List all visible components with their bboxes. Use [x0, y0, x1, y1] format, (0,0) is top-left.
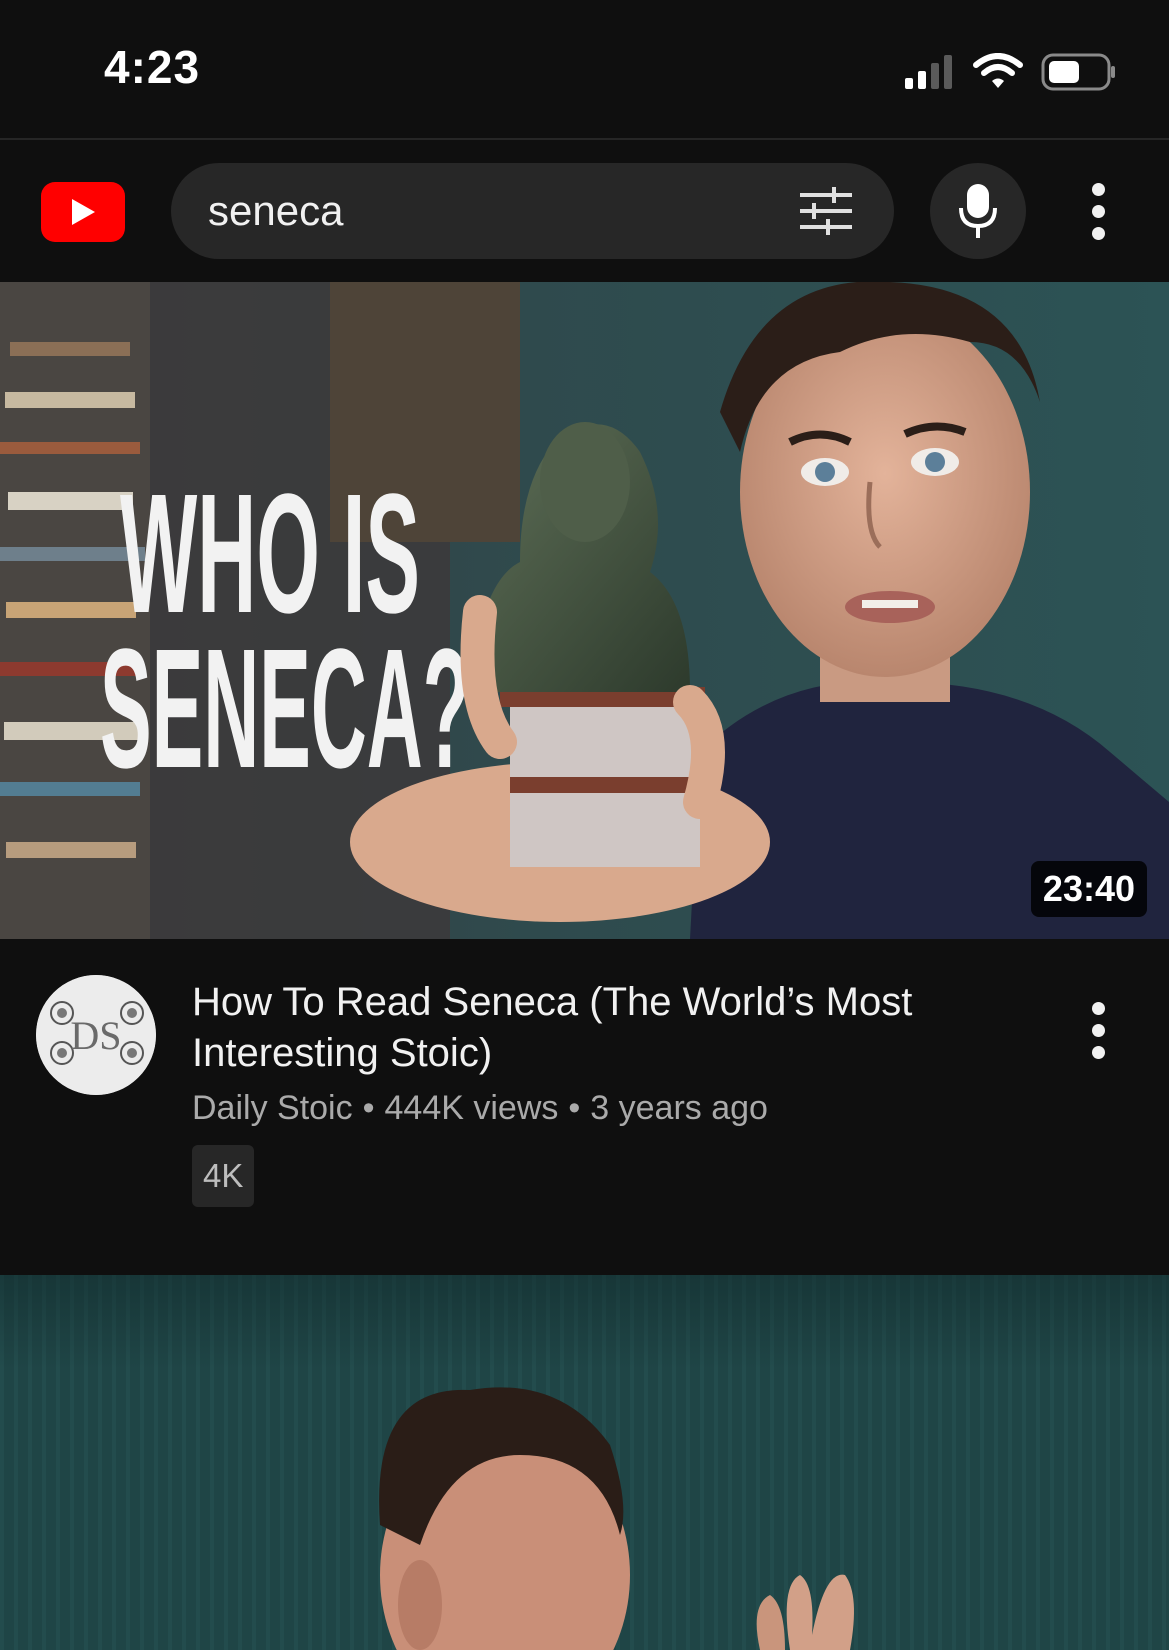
meta-separator: • [568, 1089, 581, 1127]
microphone-icon [959, 184, 997, 238]
filter-sliders-icon[interactable] [798, 185, 854, 237]
status-bar: 4:23 [0, 0, 1169, 138]
video-duration: 23:40 [1030, 861, 1147, 917]
thumbnail-image-2 [0, 1275, 1169, 1650]
search-query-text: seneca [208, 187, 344, 234]
svg-text:DS: DS [70, 1013, 121, 1058]
meta-separator: • [362, 1089, 375, 1127]
more-vertical-icon[interactable] [1075, 178, 1121, 244]
svg-text:SENECA?: SENECA? [100, 614, 470, 804]
status-time: 4:23 [104, 41, 201, 93]
quality-badge: 4K [192, 1145, 255, 1207]
cellular-signal-icon [905, 55, 952, 89]
search-header: seneca [0, 140, 1169, 282]
youtube-search-results-screen: 4:23 seneca WHO IS SENECA? 23:40 DS How … [0, 0, 1169, 1650]
more-dot [1091, 204, 1105, 218]
channel-name[interactable]: Daily Stoic [192, 1089, 353, 1127]
more-dot [1091, 226, 1105, 240]
search-input[interactable]: seneca [171, 163, 894, 259]
more-dot [1091, 182, 1105, 196]
daily-stoic-logo-icon: DS [36, 975, 156, 1095]
upload-age: 3 years ago [590, 1089, 768, 1127]
more-dot [1091, 1023, 1105, 1037]
thumbnail-image: WHO IS SENECA? [0, 282, 1169, 939]
status-icons [903, 50, 1117, 94]
video-title[interactable]: How To Read Seneca (The World’s Most Int… [192, 977, 1032, 1079]
youtube-logo-icon[interactable] [41, 182, 125, 242]
video-thumbnail[interactable]: WHO IS SENECA? 23:40 [0, 282, 1169, 939]
more-dot [1091, 1001, 1105, 1015]
channel-avatar[interactable]: DS [36, 975, 156, 1095]
video-thumbnail-2[interactable] [0, 1275, 1169, 1650]
view-count: 444K views [384, 1089, 559, 1127]
voice-search-button[interactable] [930, 163, 1026, 259]
wifi-icon [973, 53, 1023, 88]
video-more-options-icon[interactable] [1075, 997, 1121, 1063]
more-dot [1091, 1045, 1105, 1059]
battery-icon [1041, 53, 1115, 91]
video-metadata: Daily Stoic • 444K views • 3 years ago [192, 1089, 768, 1128]
video-info[interactable]: DS How To Read Seneca (The World’s Most … [0, 939, 1169, 1275]
